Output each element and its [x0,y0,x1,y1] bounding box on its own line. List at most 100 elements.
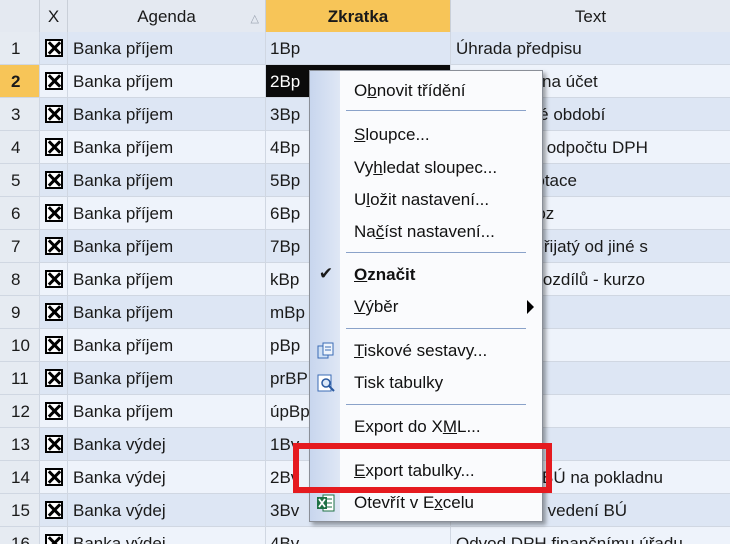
checkbox-checked-icon [44,105,63,123]
cell-agenda[interactable]: Banka výdej [68,494,266,527]
column-header-agenda-label: Agenda [137,7,196,26]
checkbox-checked-icon [44,171,63,189]
menu-item-tiskove-sestavy[interactable]: Tiskové sestavy... [310,335,542,366]
highlight-box [293,443,552,493]
column-header-x[interactable]: X [40,0,68,32]
row-checkbox[interactable] [40,197,68,230]
row-checkbox[interactable] [40,461,68,494]
column-header-zkratka[interactable]: Zkratka [266,0,451,32]
row-checkbox[interactable] [40,98,68,131]
row-checkbox[interactable] [40,527,68,544]
row-number[interactable]: 14 [0,461,40,494]
row-number[interactable]: 7 [0,230,40,263]
menu-separator [346,110,526,111]
row-number[interactable]: 13 [0,428,40,461]
menu-item-label: Tisk tabulky [354,373,444,392]
cell-agenda[interactable]: Banka příjem [68,65,266,98]
row-number[interactable]: 11 [0,362,40,395]
row-checkbox[interactable] [40,32,68,65]
cell-agenda[interactable]: Banka výdej [68,428,266,461]
menu-item-label: Označit [354,265,416,284]
cell-agenda[interactable]: Banka příjem [68,164,266,197]
cell-agenda[interactable]: Banka příjem [68,230,266,263]
grid-header: X Agenda △ Zkratka Text [0,0,730,33]
menu-item-ulozit-nastaveni[interactable]: Uložit nastavení... [310,184,542,215]
cell-text[interactable]: Odvod DPH finančnímu úřadu [451,527,730,544]
row-checkbox[interactable] [40,230,68,263]
row-checkbox[interactable] [40,263,68,296]
menu-item-label: Obnovit třídění [354,81,466,100]
row-number[interactable]: 15 [0,494,40,527]
checkbox-checked-icon [44,402,63,420]
row-checkbox[interactable] [40,362,68,395]
checkbox-checked-icon [44,501,63,519]
cell-agenda[interactable]: Banka příjem [68,296,266,329]
cell-agenda[interactable]: Banka výdej [68,527,266,544]
menu-separator [346,328,526,329]
table-row[interactable]: 1 Banka příjem 1Bp Úhrada předpisu [0,32,730,65]
menu-item-label: Sloupce... [354,125,430,144]
menu-item-label: Načíst nastavení... [354,222,495,241]
menu-separator [346,404,526,405]
row-number[interactable]: 16 [0,527,40,544]
column-header-agenda[interactable]: Agenda △ [68,0,266,32]
row-number[interactable]: 8 [0,263,40,296]
row-number-header[interactable] [0,0,40,32]
menu-item-label: Uložit nastavení... [354,190,490,209]
row-number[interactable]: 3 [0,98,40,131]
table-row[interactable]: 16 Banka výdej 4Bv Odvod DPH finančnímu úřa… [0,527,730,544]
cell-agenda[interactable]: Banka příjem [68,32,266,65]
menu-item-vyber[interactable]: Výběr [310,291,542,322]
submenu-arrow-icon [527,300,534,314]
menu-item-oznacit[interactable]: ✔ Označit [310,259,542,290]
print-preview-icon [316,372,336,392]
row-checkbox[interactable] [40,329,68,362]
row-number[interactable]: 5 [0,164,40,197]
cell-agenda[interactable]: Banka příjem [68,329,266,362]
row-checkbox[interactable] [40,296,68,329]
cell-agenda[interactable]: Banka příjem [68,395,266,428]
row-number[interactable]: 9 [0,296,40,329]
menu-item-sloupce[interactable]: Sloupce... [310,119,542,150]
checkbox-checked-icon [44,204,63,222]
menu-item-vyhledat-sloupec[interactable]: Vyhledat sloupec... [310,152,542,183]
row-number[interactable]: 10 [0,329,40,362]
menu-item-export-xml[interactable]: Export do XML... [310,411,542,442]
checkbox-checked-icon [44,369,63,387]
row-number[interactable]: 1 [0,32,40,65]
cell-zkratka[interactable]: 4Bv [266,527,451,544]
cell-agenda[interactable]: Banka příjem [68,98,266,131]
cell-agenda[interactable]: Banka příjem [68,263,266,296]
checkbox-checked-icon [44,336,63,354]
row-checkbox[interactable] [40,164,68,197]
menu-item-tisk-tabulky[interactable]: Tisk tabulky [310,367,542,398]
row-checkbox[interactable] [40,428,68,461]
row-number[interactable]: 6 [0,197,40,230]
menu-item-label: Export do XML... [354,417,481,436]
cell-text[interactable]: Úhrada předpisu [451,32,730,65]
row-number[interactable]: 2 [0,65,40,98]
checkbox-checked-icon [44,270,63,288]
checkbox-checked-icon [44,138,63,156]
row-checkbox[interactable] [40,65,68,98]
menu-item-obnovit-trideni[interactable]: Obnovit třídění [310,75,542,106]
row-checkbox[interactable] [40,494,68,527]
row-number[interactable]: 4 [0,131,40,164]
row-number[interactable]: 12 [0,395,40,428]
menu-separator [346,252,526,253]
cell-agenda[interactable]: Banka příjem [68,131,266,164]
cell-agenda[interactable]: Banka výdej [68,461,266,494]
row-checkbox[interactable] [40,131,68,164]
column-header-text[interactable]: Text [451,0,730,32]
cell-agenda[interactable]: Banka příjem [68,362,266,395]
menu-item-label: Výběr [354,297,399,316]
checkbox-checked-icon [44,468,63,486]
sort-indicator-icon: △ [250,13,259,25]
row-checkbox[interactable] [40,395,68,428]
checkmark-icon: ✔ [318,264,334,283]
checkbox-checked-icon [44,39,63,57]
menu-item-nacist-nastaveni[interactable]: Načíst nastavení... [310,216,542,247]
cell-zkratka[interactable]: 1Bp [266,32,451,65]
cell-agenda[interactable]: Banka příjem [68,197,266,230]
checkbox-checked-icon [44,435,63,453]
